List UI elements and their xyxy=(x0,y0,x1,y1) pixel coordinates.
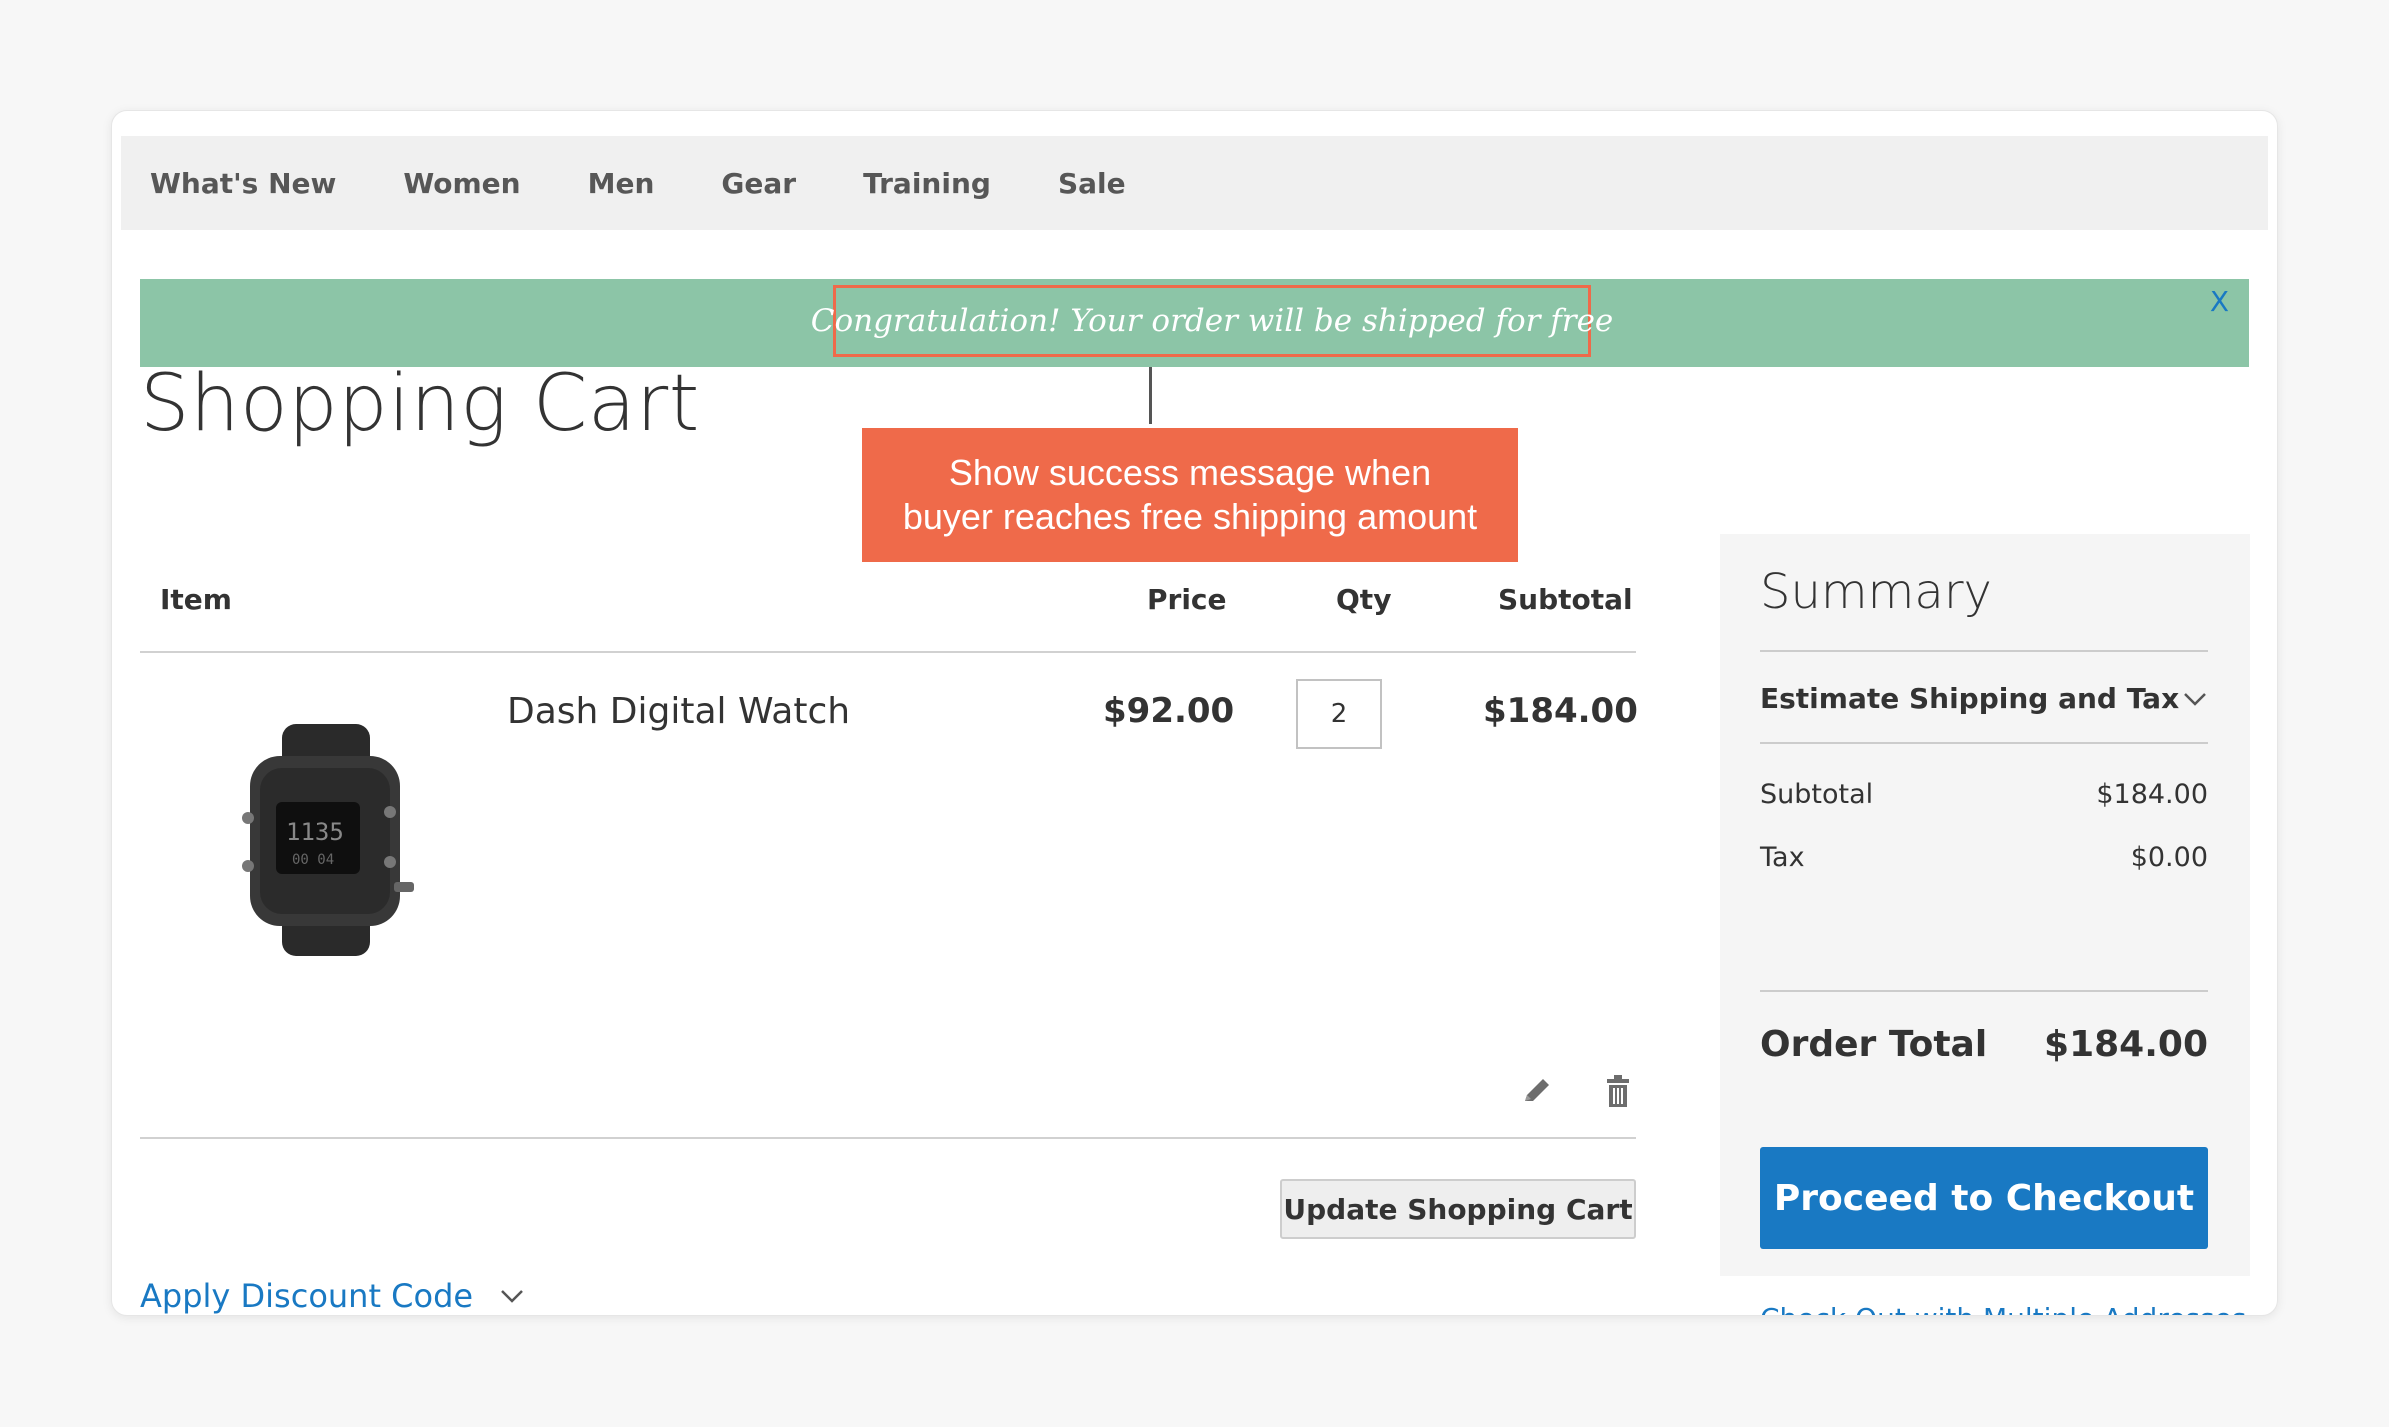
subtotal-row: Subtotal $184.00 xyxy=(1760,779,2208,810)
cart-item-divider xyxy=(140,1137,1636,1139)
tax-row: Tax $0.00 xyxy=(1760,842,2208,873)
page-card: What's New Women Men Gear Training Sale … xyxy=(111,110,2278,1316)
subtotal-label: Subtotal xyxy=(1760,779,1874,810)
quantity-input[interactable]: 2 xyxy=(1296,679,1382,749)
success-message-text: Congratulation! Your order will be shipp… xyxy=(811,285,1613,357)
page-title: Shopping Cart xyxy=(140,359,700,449)
summary-divider xyxy=(1760,990,2208,992)
product-name[interactable]: Dash Digital Watch xyxy=(507,691,850,732)
tax-value: $0.00 xyxy=(2130,842,2208,873)
callout-line-1: Show success message when xyxy=(948,452,1432,493)
nav-item-gear[interactable]: Gear xyxy=(721,167,796,200)
order-total-value: $184.00 xyxy=(2044,1024,2208,1065)
subtotal-value: $184.00 xyxy=(2096,779,2208,810)
nav-item-sale[interactable]: Sale xyxy=(1058,167,1126,200)
nav-item-men[interactable]: Men xyxy=(588,167,655,200)
apply-discount-label: Apply Discount Code xyxy=(140,1277,474,1315)
nav-item-whats-new[interactable]: What's New xyxy=(150,167,336,200)
tax-label: Tax xyxy=(1760,842,1805,873)
chevron-down-icon xyxy=(501,1290,523,1303)
nav-item-women[interactable]: Women xyxy=(403,167,520,200)
update-cart-button[interactable]: Update Shopping Cart xyxy=(1280,1179,1636,1239)
proceed-to-checkout-button[interactable]: Proceed to Checkout xyxy=(1760,1147,2208,1249)
estimate-shipping-toggle[interactable]: Estimate Shipping and Tax xyxy=(1760,682,2208,715)
order-total-row: Order Total $184.00 xyxy=(1760,1024,2208,1065)
nav-item-training[interactable]: Training xyxy=(863,167,991,200)
close-banner-button[interactable]: X xyxy=(2210,285,2229,318)
column-header-item: Item xyxy=(160,583,232,616)
trash-icon[interactable] xyxy=(1598,1071,1638,1111)
edit-pencil-icon[interactable] xyxy=(1517,1071,1557,1111)
success-message-banner: Congratulation! Your order will be shipp… xyxy=(140,279,2249,367)
multiple-addresses-link[interactable]: Check Out with Multiple Addresses xyxy=(1760,1302,2246,1315)
summary-title: Summary xyxy=(1760,564,1992,620)
order-summary-panel: Summary Estimate Shipping and Tax Subtot… xyxy=(1720,534,2250,1315)
estimate-shipping-label: Estimate Shipping and Tax xyxy=(1760,682,2180,715)
order-total-label: Order Total xyxy=(1760,1024,1988,1065)
svg-text:00 04: 00 04 xyxy=(292,852,334,868)
apply-discount-toggle[interactable]: Apply Discount Code xyxy=(140,1277,525,1315)
column-header-subtotal: Subtotal xyxy=(1498,583,1633,616)
summary-divider xyxy=(1760,742,2208,744)
chevron-down-icon xyxy=(2184,692,2206,706)
watch-image[interactable]: 1135 00 04 xyxy=(204,716,454,966)
product-subtotal: $184.00 xyxy=(1483,691,1638,731)
column-header-qty: Qty xyxy=(1336,583,1392,616)
callout-connector-line xyxy=(1149,367,1152,424)
top-navigation: What's New Women Men Gear Training Sale xyxy=(121,136,2268,230)
callout-line-2: buyer reaches free shipping amount xyxy=(902,496,1478,537)
column-header-price: Price xyxy=(1147,583,1227,616)
product-price: $92.00 xyxy=(1103,691,1235,731)
summary-divider xyxy=(1760,650,2208,652)
annotation-callout: Show success message when buyer reaches … xyxy=(862,428,1518,562)
table-header-divider xyxy=(140,651,1636,653)
svg-text:1135: 1135 xyxy=(286,818,344,846)
